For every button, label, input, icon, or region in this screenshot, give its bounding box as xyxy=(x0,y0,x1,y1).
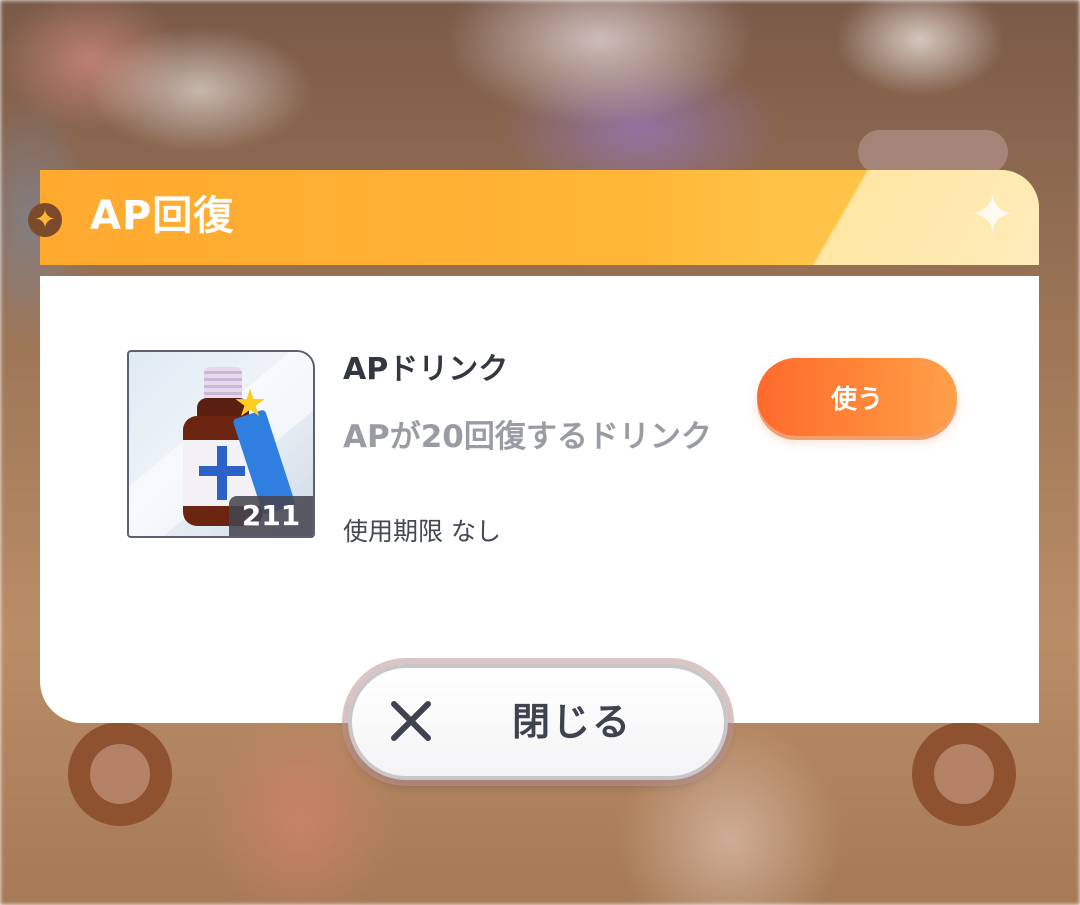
item-name: APドリンク xyxy=(343,352,509,387)
background-pill xyxy=(858,130,1008,174)
item-description: APが20回復するドリンク xyxy=(343,419,712,455)
star-icon: ★ xyxy=(233,381,268,425)
use-button[interactable]: 使う xyxy=(757,358,957,436)
background-menu-button-left xyxy=(68,722,172,826)
item-expiry: 使用期限 なし xyxy=(343,517,501,546)
close-button[interactable]: 閉じる xyxy=(348,664,728,780)
dialog-title: AP回復 xyxy=(90,193,235,239)
item-count-badge: 211 xyxy=(229,496,313,536)
sparkle-icon: ✦ xyxy=(969,183,1015,246)
close-button-label: 閉じる xyxy=(512,700,633,744)
dialog-header: AP回復 ✦ xyxy=(40,170,1039,265)
sparkle-icon: ✦ xyxy=(28,203,62,237)
background-menu-button-right xyxy=(912,722,1016,826)
item-thumbnail: ★ 211 xyxy=(127,350,315,538)
close-icon xyxy=(391,701,431,741)
